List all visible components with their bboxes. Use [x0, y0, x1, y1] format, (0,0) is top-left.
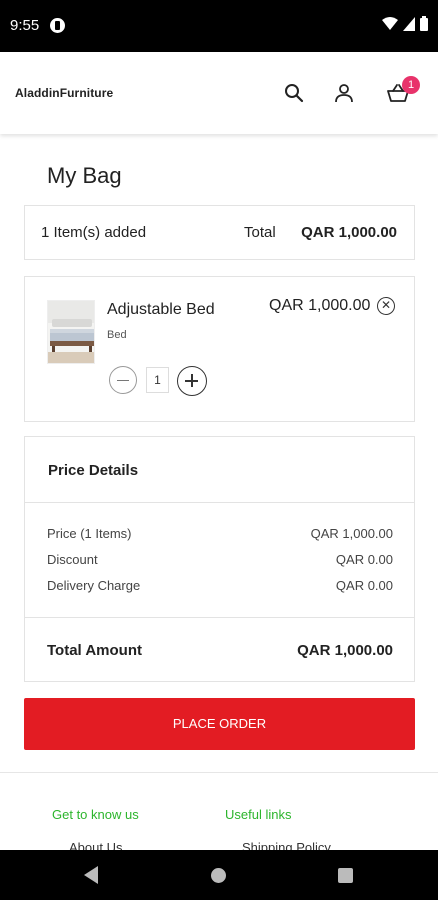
- bag-summary-card: 1 Item(s) added Total QAR 1,000.00: [24, 205, 415, 260]
- price-details-title: Price Details: [48, 462, 139, 479]
- quantity-decrease-button[interactable]: [109, 366, 137, 394]
- product-name[interactable]: Adjustable Bed: [107, 301, 215, 319]
- status-icons: [382, 16, 428, 31]
- product-category: Bed: [107, 329, 127, 341]
- total-label: Total: [244, 224, 276, 241]
- system-nav-bar: [0, 850, 438, 900]
- place-order-button[interactable]: PLACE ORDER: [24, 698, 415, 750]
- status-bar: 9:55: [0, 0, 438, 52]
- recents-icon[interactable]: [338, 868, 353, 883]
- price-row: Price (1 Items) QAR 1,000.00: [47, 526, 393, 541]
- home-icon[interactable]: [211, 868, 226, 883]
- divider: [25, 502, 414, 503]
- price-row-label: Price (1 Items): [47, 526, 132, 541]
- bed-image-icon: [48, 301, 94, 363]
- search-icon[interactable]: [283, 82, 305, 104]
- price-row-value: QAR 1,000.00: [310, 526, 393, 541]
- cart-count-badge: 1: [402, 76, 420, 94]
- delivery-row-label: Delivery Charge: [47, 578, 141, 593]
- total-amount-value: QAR 1,000.00: [297, 642, 393, 659]
- total-amount-row: Total Amount QAR 1,000.00: [47, 642, 393, 659]
- quantity-increase-button[interactable]: [177, 366, 207, 396]
- notification-app-icon: [50, 18, 65, 33]
- discount-row-value: QAR 0.00: [335, 552, 393, 567]
- discount-row: Discount QAR 0.00: [47, 552, 393, 567]
- discount-row-label: Discount: [47, 552, 98, 567]
- store-logo[interactable]: AladdinFurniture: [15, 86, 113, 100]
- product-image[interactable]: [47, 300, 95, 364]
- product-price: QAR 1,000.00: [269, 297, 371, 314]
- page-title: My Bag: [47, 163, 122, 188]
- footer-divider: [0, 772, 438, 773]
- total-amount-label: Total Amount: [47, 642, 142, 659]
- battery-icon: [420, 16, 428, 31]
- back-icon[interactable]: [84, 866, 98, 884]
- remove-item-button[interactable]: ✕: [377, 297, 395, 315]
- quantity-field[interactable]: 1: [146, 367, 169, 393]
- delivery-row-value: QAR 0.00: [335, 578, 393, 593]
- cart-item-card: Adjustable Bed Bed QAR 1,000.00 ✕ 1: [24, 276, 415, 422]
- account-icon[interactable]: [333, 82, 355, 104]
- app-header: AladdinFurniture 1: [0, 52, 438, 134]
- total-value: QAR 1,000.00: [301, 224, 397, 241]
- footer-heading-useful-links: Useful links: [225, 807, 292, 822]
- divider: [25, 617, 414, 618]
- items-added-count: 1 Item(s) added: [41, 224, 147, 241]
- status-time: 9:55: [10, 17, 40, 34]
- delivery-row: Delivery Charge QAR 0.00: [47, 578, 393, 593]
- wifi-icon: [382, 16, 398, 30]
- footer-heading-know-us: Get to know us: [52, 807, 139, 822]
- signal-icon: [403, 16, 415, 31]
- price-details-card: Price Details Price (1 Items) QAR 1,000.…: [24, 436, 415, 682]
